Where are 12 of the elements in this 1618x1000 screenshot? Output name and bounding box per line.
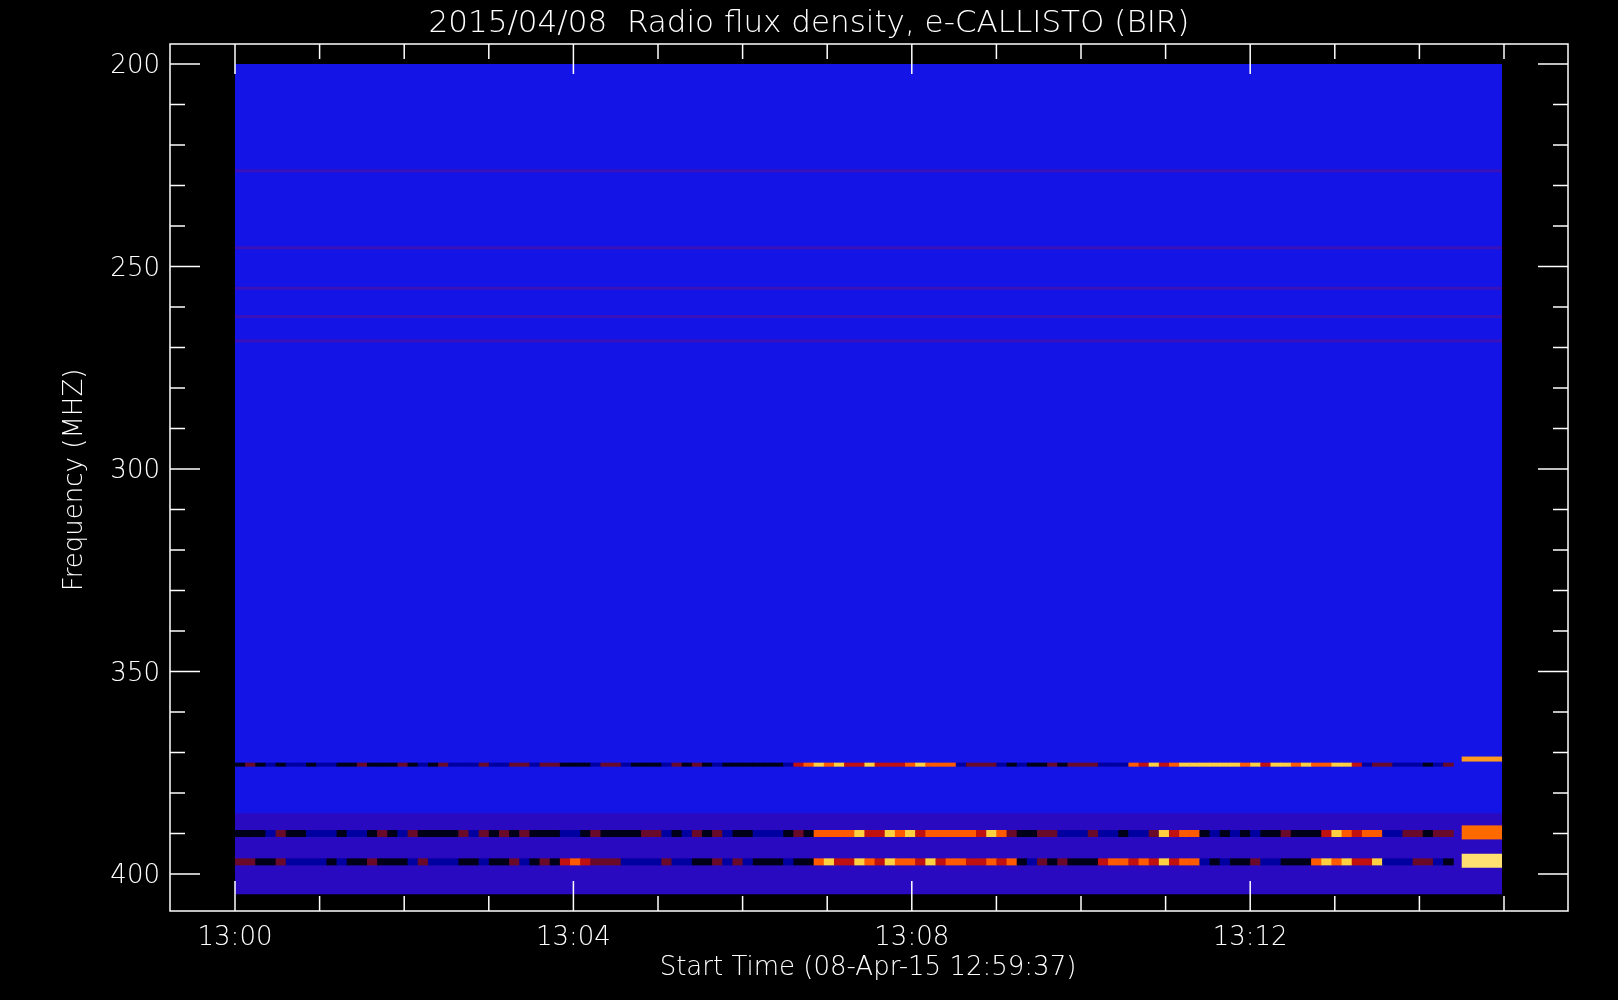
x-tick-label: 13:00 <box>197 921 273 951</box>
y-tick-label: 200 <box>110 49 160 79</box>
x-axis-label: Start Time (08-Apr-15 12:59:37) <box>659 951 1077 981</box>
x-tick-label: 13:08 <box>874 921 950 951</box>
y-tick-label: 300 <box>110 454 160 484</box>
x-tick-label: 13:12 <box>1212 921 1288 951</box>
chart-title: 2015/04/08 Radio flux density, e-CALLISTO (BIR) <box>428 3 1190 39</box>
x-tick-label: 13:04 <box>535 921 611 951</box>
y-axis-label: Frequency (MHZ) <box>58 368 88 592</box>
y-tick-label: 250 <box>110 251 160 282</box>
y-tick-label: 350 <box>110 656 160 687</box>
y-tick-label: 400 <box>110 859 160 889</box>
